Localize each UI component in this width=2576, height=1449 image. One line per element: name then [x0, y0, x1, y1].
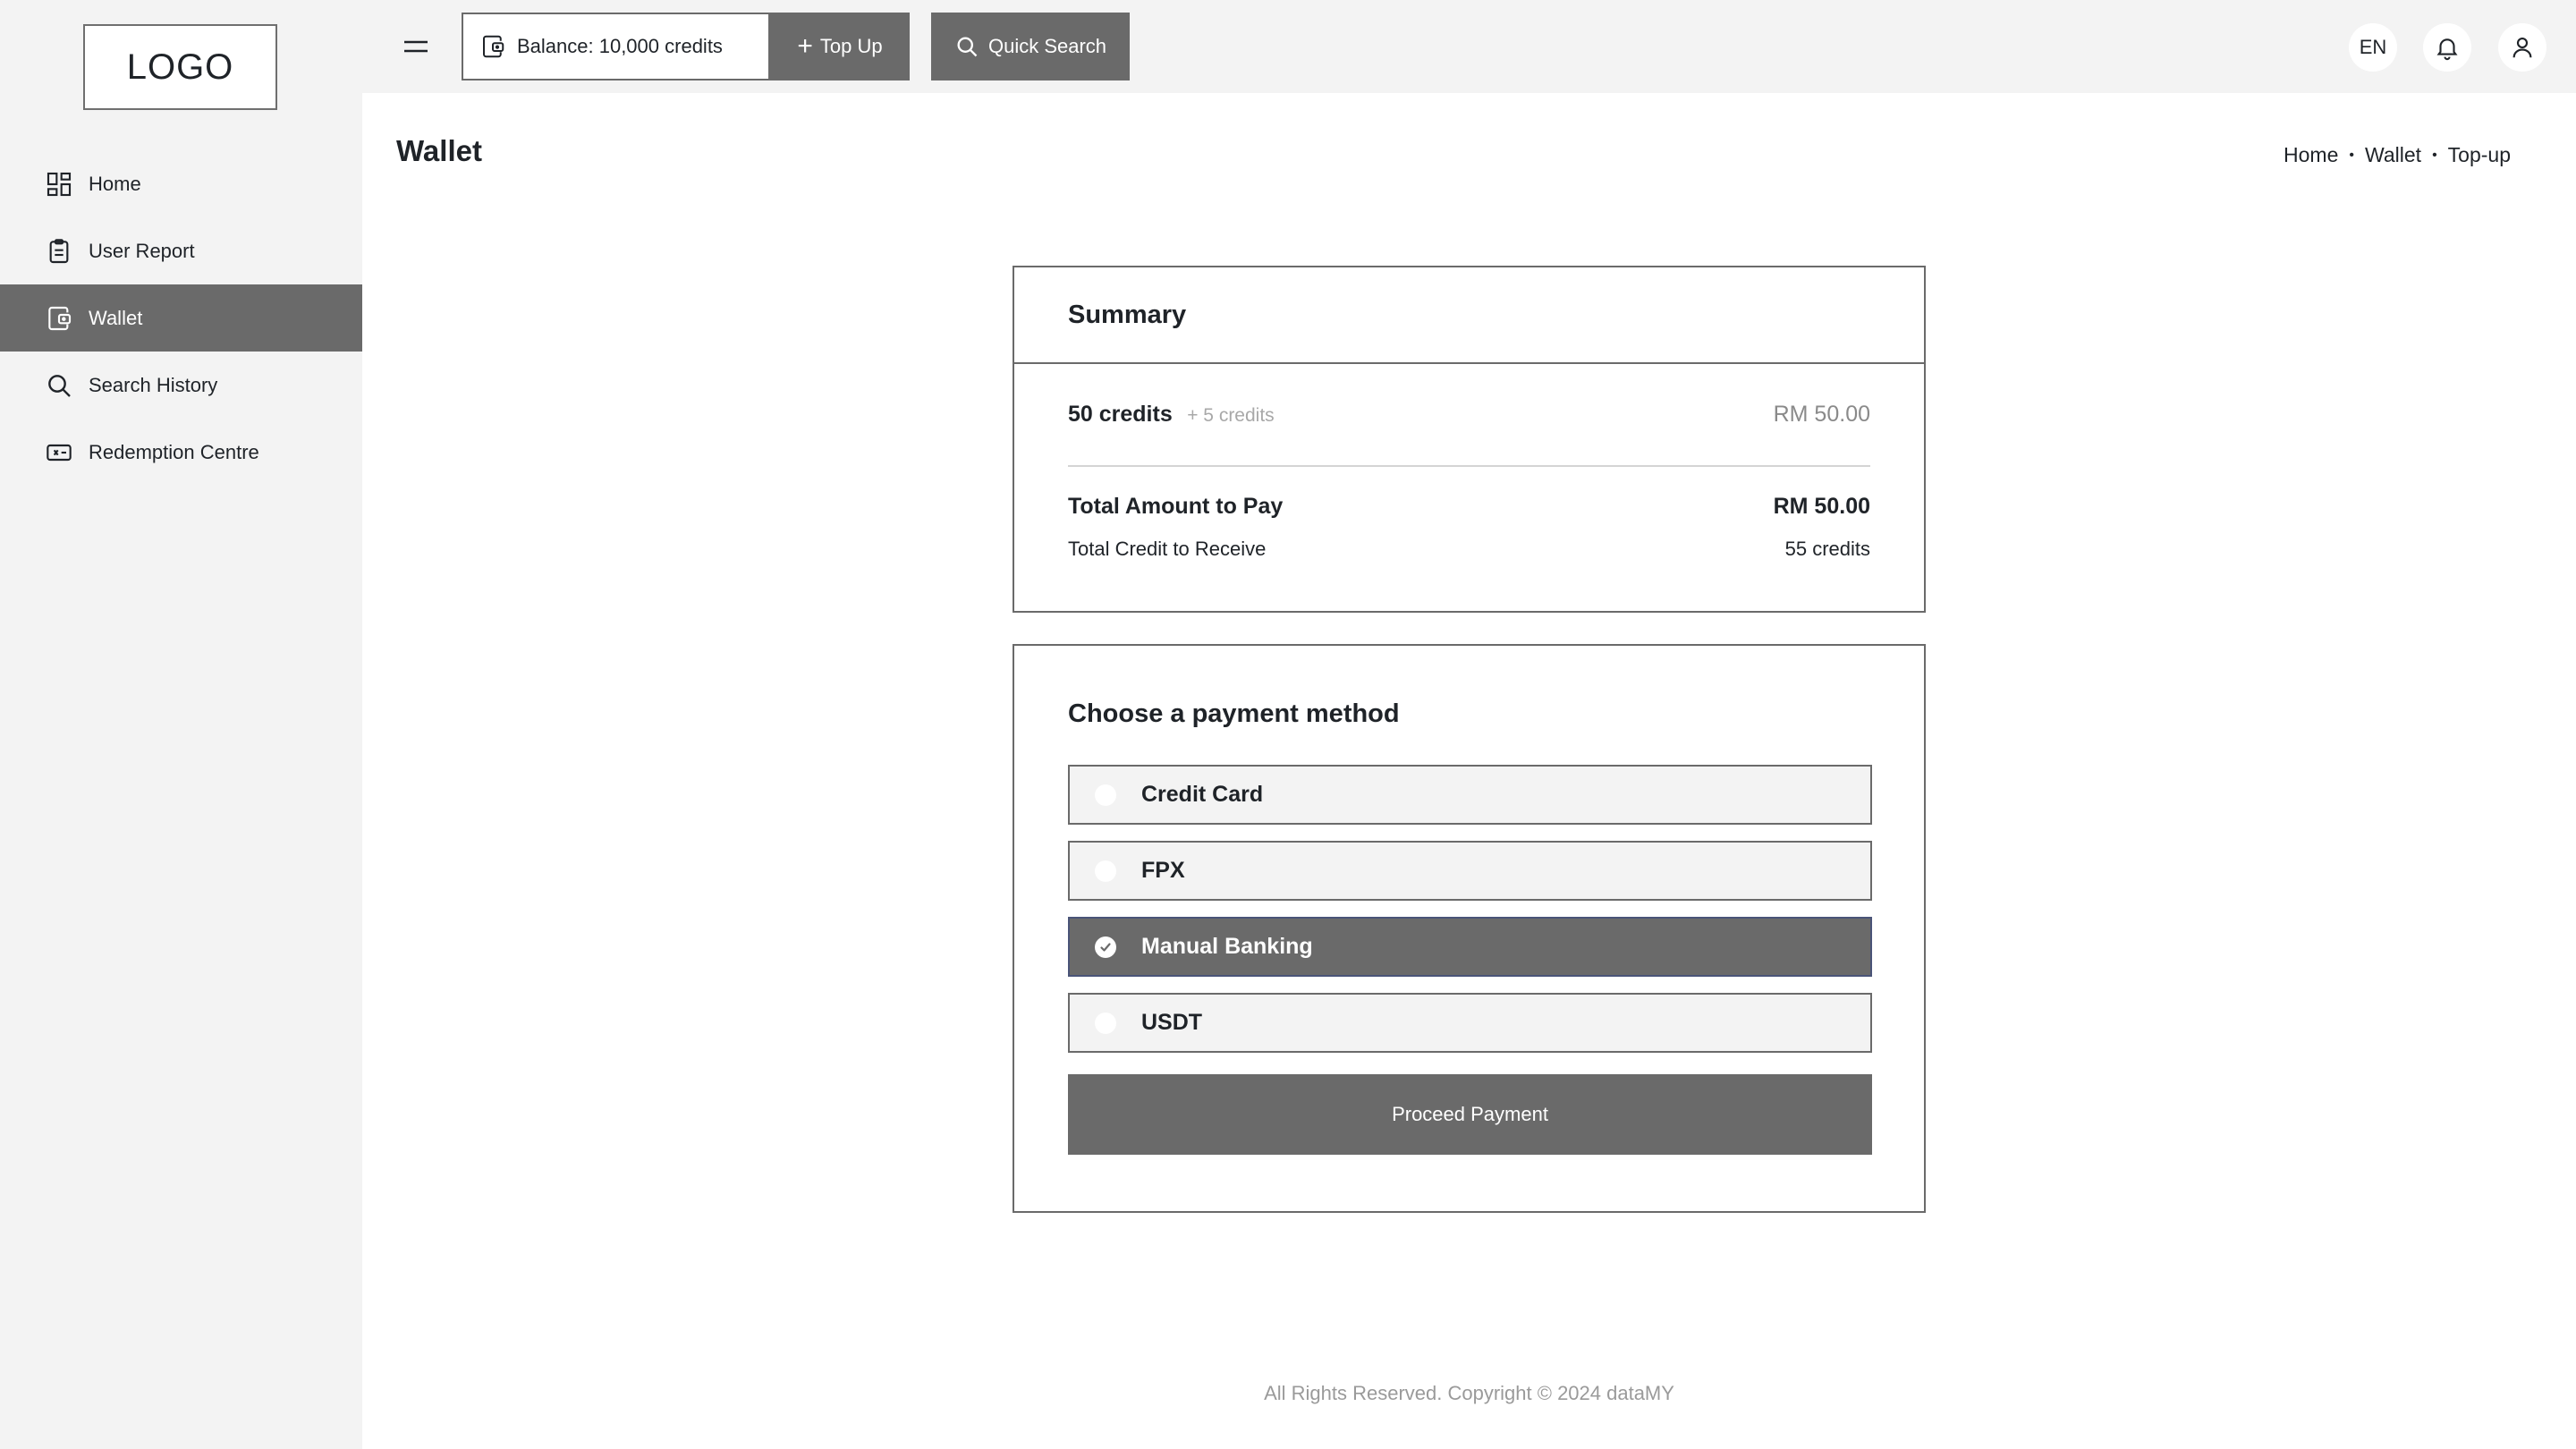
- payment-option-label: Manual Banking: [1141, 934, 1313, 959]
- user-icon: [2512, 37, 2532, 58]
- sidebar-nav: Home User Report Wallet Search History R…: [0, 150, 362, 486]
- payment-option-usdt[interactable]: USDT: [1068, 993, 1872, 1053]
- sidebar-item-label: Search History: [89, 373, 218, 396]
- breadcrumb-current: Top-up: [2447, 143, 2511, 166]
- ticket-icon: [47, 444, 72, 461]
- check-icon: [1100, 942, 1111, 952]
- payment-method-card: Choose a payment method Credit Card FPX …: [1013, 644, 1926, 1213]
- sidebar-item-label: Home: [89, 172, 141, 195]
- summary-card: Summary 50 credits + 5 credits RM 50.00 …: [1013, 266, 1926, 613]
- menu-toggle-button[interactable]: [394, 29, 438, 64]
- breadcrumb-separator: •: [2349, 147, 2354, 163]
- radio-button[interactable]: [1095, 784, 1116, 806]
- payment-option-label: USDT: [1141, 1010, 1203, 1035]
- page-title: Wallet: [396, 134, 482, 167]
- sidebar-item-redemption-centre[interactable]: Redemption Centre: [0, 419, 362, 486]
- top-bar: Balance: 10,000 credits + Top Up Quick S…: [362, 0, 2576, 93]
- sidebar-item-search-history[interactable]: Search History: [0, 352, 362, 419]
- radio-button[interactable]: [1095, 860, 1116, 882]
- search-icon: [957, 37, 978, 57]
- radio-button-checked[interactable]: [1095, 936, 1116, 958]
- summary-title: Summary: [1014, 267, 1924, 364]
- line-item-bonus: + 5 credits: [1187, 405, 1275, 426]
- payment-option-manual-banking[interactable]: Manual Banking: [1068, 917, 1872, 977]
- breadcrumb-wallet[interactable]: Wallet: [2365, 143, 2421, 167]
- proceed-payment-button[interactable]: Proceed Payment: [1068, 1074, 1872, 1155]
- hamburger-icon: [404, 40, 428, 53]
- breadcrumb: Home • Wallet • Top-up: [2284, 143, 2511, 167]
- payment-option-fpx[interactable]: FPX: [1068, 841, 1872, 901]
- total-credit-value: 55 credits: [1784, 538, 1870, 560]
- sidebar-item-home[interactable]: Home: [0, 150, 362, 217]
- plus-icon: +: [797, 31, 813, 61]
- top-up-button[interactable]: + Top Up: [770, 13, 910, 80]
- sidebar-item-wallet[interactable]: Wallet: [0, 284, 362, 352]
- breadcrumb-separator: •: [2432, 147, 2437, 163]
- total-credit-row: Total Credit to Receive 55 credits: [1068, 538, 1870, 561]
- sidebar-item-label: User Report: [89, 239, 195, 262]
- wallet-icon: [48, 306, 72, 330]
- quick-search-label: Quick Search: [987, 35, 1107, 57]
- payment-option-label: Credit Card: [1141, 782, 1264, 807]
- user-menu-button[interactable]: [2498, 23, 2546, 72]
- wallet-icon: [483, 35, 504, 58]
- sidebar-item-label: Wallet: [89, 306, 143, 329]
- payment-title: Choose a payment method: [1068, 699, 1400, 728]
- payment-method-list: Credit Card FPX Manual Banking USDT: [1068, 765, 1872, 1069]
- footer-copyright: All Rights Reserved. Copyright © 2024 da…: [1264, 1382, 1674, 1404]
- notifications-button[interactable]: [2423, 23, 2471, 72]
- balance-label: Balance: 10,000 credits: [517, 35, 723, 57]
- breadcrumb-home[interactable]: Home: [2284, 143, 2338, 167]
- sidebar-item-user-report[interactable]: User Report: [0, 217, 362, 284]
- summary-line-item: 50 credits + 5 credits RM 50.00: [1068, 364, 1870, 467]
- total-amount-row: Total Amount to Pay RM 50.00: [1068, 494, 1870, 520]
- logo[interactable]: LOGO: [83, 24, 277, 110]
- grid-icon: [47, 172, 72, 196]
- total-amount-label: Total Amount to Pay: [1068, 494, 1284, 519]
- payment-option-credit-card[interactable]: Credit Card: [1068, 765, 1872, 825]
- sidebar: LOGO Home User Report Wallet Search Hist…: [0, 0, 362, 1449]
- payment-option-label: FPX: [1141, 858, 1185, 883]
- top-up-label: Top Up: [819, 35, 883, 57]
- total-amount-value: RM 50.00: [1773, 494, 1870, 519]
- radio-button[interactable]: [1095, 1012, 1116, 1034]
- line-item-price: RM 50.00: [1773, 402, 1870, 427]
- total-credit-label: Total Credit to Receive: [1068, 538, 1267, 560]
- search-icon: [48, 374, 71, 397]
- sidebar-item-label: Redemption Centre: [89, 440, 259, 463]
- line-item-credits: 50 credits: [1068, 402, 1173, 427]
- clipboard-icon: [49, 238, 69, 263]
- bell-icon: [2436, 38, 2458, 61]
- language-button[interactable]: EN: [2349, 23, 2397, 72]
- quick-search-button[interactable]: Quick Search: [931, 13, 1130, 80]
- balance-display: Balance: 10,000 credits: [462, 13, 770, 80]
